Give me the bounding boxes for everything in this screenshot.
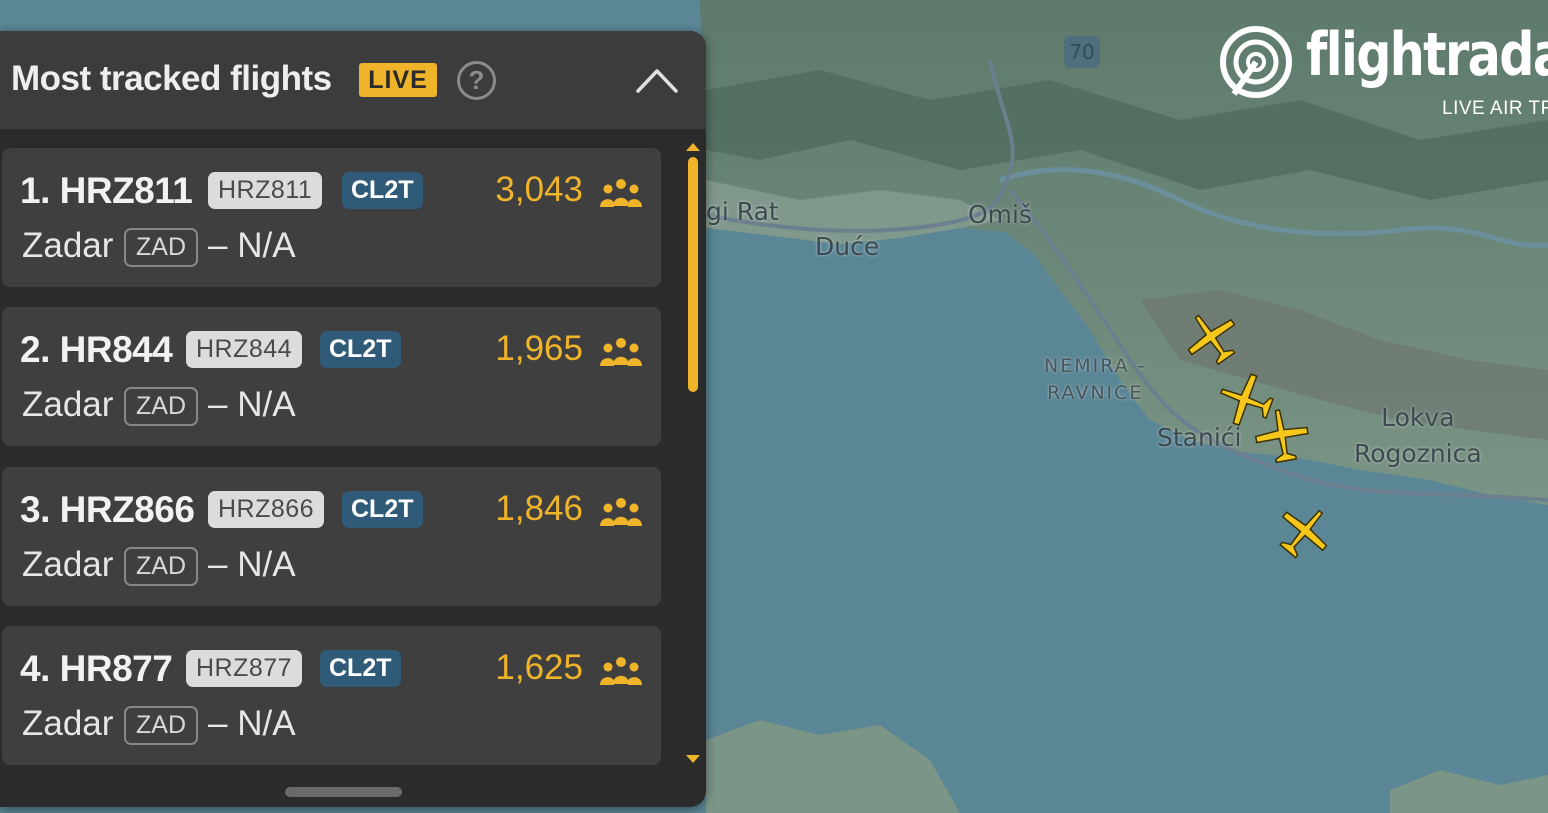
panel-drag-handle[interactable] [285, 787, 402, 797]
live-badge: LIVE [359, 63, 437, 97]
logo-text: flightradar [1306, 22, 1548, 90]
map-label-duce: Duće [815, 232, 880, 261]
flight-list[interactable]: 1. HRZ811 HRZ811 CL2T 3,043 Zadar ZAD – … [0, 129, 706, 769]
callsign-badge: HRZ844 [186, 331, 303, 368]
road-number-badge: 70 [1064, 36, 1100, 68]
scroll-up-arrow-icon[interactable] [686, 143, 700, 151]
destination: – N/A [208, 385, 296, 424]
destination: – N/A [208, 226, 296, 265]
people-icon [600, 498, 642, 526]
scroll-down-arrow-icon[interactable] [686, 755, 700, 763]
destination: – N/A [208, 545, 296, 584]
tracking-count: 1,965 [495, 329, 583, 368]
flight-rank-callsign: 4. HR877 [20, 648, 173, 689]
map-label-nemira-ravnice: NEMIRA - RAVNICE [1044, 355, 1147, 404]
flight-rank-callsign: 3. HRZ866 [20, 489, 195, 530]
map-label-omis: Omiš [968, 200, 1033, 229]
map-label-stanici: Stanići [1157, 423, 1242, 452]
aircraft-type-badge: CL2T [342, 491, 423, 528]
destination: – N/A [208, 704, 296, 743]
map-label-rat: gi Rat [706, 197, 779, 226]
origin-iata-badge: ZAD [124, 387, 198, 426]
origin-city: Zadar [22, 545, 114, 584]
flight-rank-callsign: 1. HRZ811 [20, 170, 193, 211]
flight-card-2[interactable]: 2. HR844 HRZ844 CL2T 1,965 Zadar ZAD – N… [2, 307, 661, 446]
radar-logo-icon [1220, 26, 1292, 98]
origin-iata-badge: ZAD [124, 228, 198, 267]
people-icon [600, 179, 642, 207]
origin-city: Zadar [22, 226, 114, 265]
tracking-count: 1,625 [495, 648, 583, 687]
origin-iata-badge: ZAD [124, 547, 198, 586]
people-icon [600, 338, 642, 366]
scrollbar-thumb[interactable] [688, 157, 698, 392]
logo-tagline: LIVE AIR TR [1442, 98, 1548, 119]
origin-city: Zadar [22, 385, 114, 424]
people-icon [600, 657, 642, 685]
tracking-count: 3,043 [495, 170, 583, 209]
panel-title: Most tracked flights [11, 59, 332, 98]
aircraft-icon[interactable] [1250, 404, 1315, 469]
callsign-badge: HRZ811 [208, 172, 323, 209]
aircraft-type-badge: CL2T [342, 172, 423, 209]
callsign-badge: HRZ866 [208, 491, 325, 528]
callsign-badge: HRZ877 [186, 650, 303, 687]
most-tracked-panel: Most tracked flights LIVE ? 1. HRZ811 HR… [0, 31, 706, 807]
tracking-count: 1,846 [495, 489, 583, 528]
flight-rank-callsign: 2. HR844 [20, 329, 173, 370]
aircraft-type-badge: CL2T [320, 650, 401, 687]
flightradar-logo[interactable]: flightradar LIVE AIR TR [1218, 22, 1548, 132]
map-label-lokva-rogoznica: Lokva Rogoznica [1354, 403, 1482, 468]
help-button[interactable]: ? [457, 61, 496, 100]
aircraft-type-badge: CL2T [320, 331, 401, 368]
flight-card-3[interactable]: 3. HRZ866 HRZ866 CL2T 1,846 Zadar ZAD – … [2, 467, 661, 606]
origin-city: Zadar [22, 704, 114, 743]
flight-card-4[interactable]: 4. HR877 HRZ877 CL2T 1,625 Zadar ZAD – N… [2, 626, 661, 765]
chevron-up-icon[interactable] [630, 59, 684, 101]
flight-card-1[interactable]: 1. HRZ811 HRZ811 CL2T 3,043 Zadar ZAD – … [2, 148, 661, 287]
origin-iata-badge: ZAD [124, 706, 198, 745]
panel-header: Most tracked flights LIVE ? [0, 31, 706, 129]
